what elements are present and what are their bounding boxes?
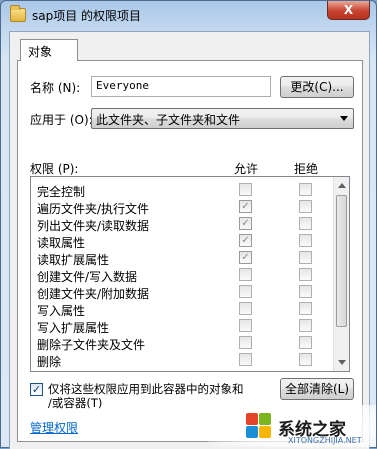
deny-checkbox[interactable] [299, 285, 312, 298]
permission-row: 完全控制 [31, 181, 334, 199]
apply-to-label: 应用于 (O): [30, 113, 93, 127]
allow-checkbox[interactable] [239, 268, 252, 281]
permission-row: 创建文件/写入数据 [31, 266, 334, 284]
permission-row: 创建文件夹/附加数据 [31, 283, 334, 301]
windows-logo-icon [244, 411, 272, 439]
scroll-up-arrow-icon[interactable] [338, 183, 346, 188]
permission-row: 遍历文件夹/执行文件 ✓ [31, 198, 334, 216]
deny-header: 拒绝 [294, 162, 319, 176]
clear-all-button[interactable]: 全部清除(L) [280, 378, 354, 400]
apply-only-checkbox[interactable]: ✓ [30, 383, 43, 396]
tab-panel: 名称 (N): Everyone 更改(C)... 应用于 (O): 此文件夹、… [17, 60, 363, 442]
deny-checkbox[interactable] [299, 251, 312, 264]
chevron-down-icon [340, 116, 348, 121]
allow-checkbox[interactable]: ✓ [239, 200, 252, 213]
watermark-domain: XITONGZHIJIA.NET [288, 436, 362, 445]
dialog-client-area: 对象 名称 (N): Everyone 更改(C)... 应用于 (O): 此文… [9, 31, 370, 449]
apply-to-selected: 此文件夹、子文件夹和文件 [96, 113, 241, 127]
allow-checkbox[interactable] [239, 183, 252, 196]
allow-checkbox[interactable] [239, 319, 252, 332]
folder-icon [10, 5, 26, 22]
permissions-scrollbar[interactable] [333, 177, 349, 371]
deny-checkbox[interactable] [299, 183, 312, 196]
change-button[interactable]: 更改(C)... [280, 76, 354, 98]
permission-row: 列出文件夹/读取数据 ✓ [31, 215, 334, 233]
close-button[interactable]: X [327, 1, 370, 20]
watermark: 系统之家 XITONGZHIJIA.NET [208, 405, 376, 447]
permission-row: 写入扩展属性 [31, 317, 334, 335]
tab-object-label: 对象 [28, 45, 53, 59]
deny-checkbox[interactable] [299, 302, 312, 315]
permission-row: 删除 [31, 351, 334, 369]
permission-row: 删除子文件夹及文件 [31, 334, 334, 352]
deny-checkbox[interactable] [299, 268, 312, 281]
allow-header: 允许 [234, 162, 259, 176]
manage-permissions-link[interactable]: 管理权限 [30, 419, 78, 436]
apply-only-label-line2: /或容器(T) [48, 396, 103, 410]
deny-checkbox[interactable] [299, 234, 312, 247]
scroll-thumb[interactable] [336, 195, 347, 327]
permission-name: 删除 [37, 355, 62, 369]
scroll-down-arrow-icon[interactable] [338, 360, 346, 365]
permission-entry-dialog: sap项目 的权限项目 X 对象 名称 (N): Everyone 更改(C).… [0, 0, 377, 449]
allow-checkbox[interactable] [239, 302, 252, 315]
permission-row: 读取属性 ✓ [31, 232, 334, 250]
deny-checkbox[interactable] [299, 217, 312, 230]
allow-checkbox[interactable] [239, 353, 252, 366]
deny-checkbox[interactable] [299, 353, 312, 366]
apply-to-select[interactable]: 此文件夹、子文件夹和文件 [91, 108, 354, 129]
deny-checkbox[interactable] [299, 336, 312, 349]
name-label: 名称 (N): [30, 81, 81, 95]
window-title: sap项目 的权限项目 [32, 9, 142, 23]
permissions-list[interactable]: 完全控制 遍历文件夹/执行文件 ✓ 列出文件夹/读取数据 ✓ 读取属性 ✓ 读取扩展属性 ✓ 创建… [30, 176, 350, 372]
permission-row: 读取扩展属性 ✓ [31, 249, 334, 267]
allow-checkbox[interactable]: ✓ [239, 251, 252, 264]
deny-checkbox[interactable] [299, 200, 312, 213]
allow-checkbox[interactable] [239, 336, 252, 349]
name-field[interactable]: Everyone [91, 76, 271, 97]
deny-checkbox[interactable] [299, 319, 312, 332]
title-bar[interactable]: sap项目 的权限项目 X [1, 1, 376, 31]
permission-row: 写入属性 [31, 300, 334, 318]
allow-checkbox[interactable]: ✓ [239, 217, 252, 230]
tab-object[interactable]: 对象 [20, 39, 78, 61]
allow-checkbox[interactable] [239, 285, 252, 298]
allow-checkbox[interactable]: ✓ [239, 234, 252, 247]
permissions-label: 权限 (P): [30, 162, 79, 176]
